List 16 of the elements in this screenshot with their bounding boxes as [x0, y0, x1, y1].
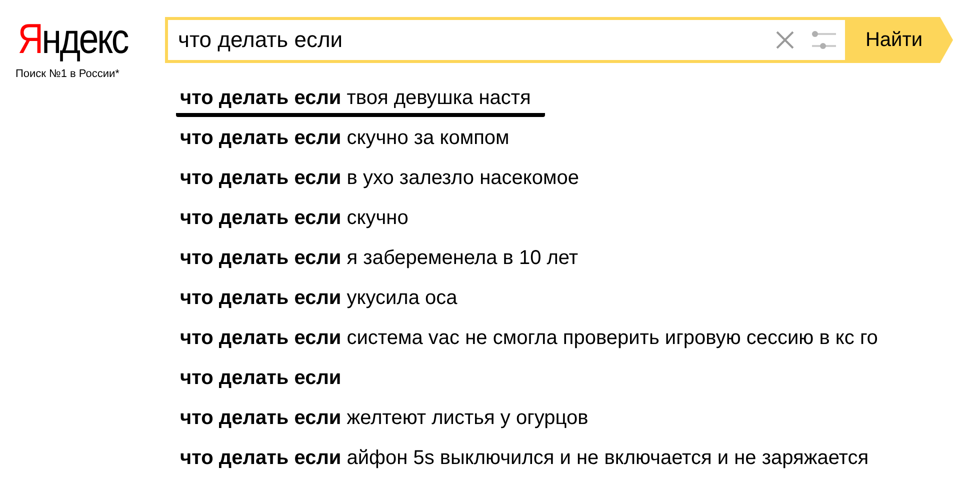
suggestion-item[interactable]: что делать если желтеют листья у огурцов [176, 407, 602, 437]
tagline: Поиск №1 в России* [16, 68, 120, 80]
suggestion-item[interactable]: что делать если [176, 367, 356, 397]
suggestion-item[interactable]: что делать если скучно [176, 207, 422, 237]
search-field[interactable]: что делать если [165, 17, 845, 63]
search-button[interactable]: Найти [845, 17, 953, 63]
suggestion-item[interactable]: что делать если скучно за компом [176, 127, 524, 157]
close-icon[interactable] [775, 30, 795, 50]
logo[interactable]: Яндекс [18, 17, 128, 61]
suggestion-item[interactable]: что делать если твоя девушка настя [176, 87, 545, 117]
suggestion-item[interactable]: что делать если я забеременела в 10 лет [176, 247, 592, 277]
suggestion-item[interactable]: что делать если укусила оса [176, 287, 472, 317]
suggestion-item[interactable]: что делать если айфон 5s выключился и не включается и не заряжается [176, 447, 883, 477]
suggestion-item[interactable]: что делать если система vac не смогла проверить игровую сессию в кс го [176, 327, 892, 357]
filter-sliders-icon[interactable] [811, 29, 837, 51]
suggestion-item[interactable]: что делать если в ухо залезло насекомое [176, 167, 593, 197]
